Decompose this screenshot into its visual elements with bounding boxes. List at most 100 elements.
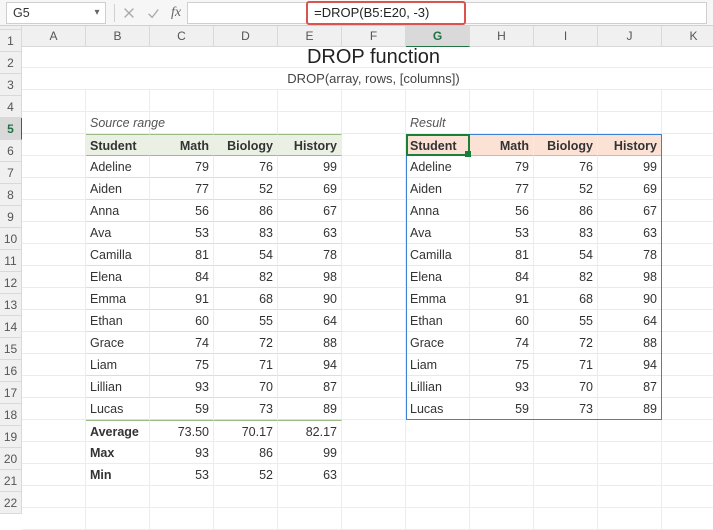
source-biology-5[interactable]: 82 xyxy=(214,266,278,288)
source-math-5[interactable]: 84 xyxy=(150,266,214,288)
cell-F10[interactable] xyxy=(342,244,406,266)
result-history-1[interactable]: 69 xyxy=(598,178,662,200)
source-history-8[interactable]: 88 xyxy=(278,332,342,354)
summary-max-biology[interactable]: 86 xyxy=(214,442,278,464)
col-header-H[interactable]: H xyxy=(470,26,534,47)
result-history-0[interactable]: 99 xyxy=(598,156,662,178)
row-header-20[interactable]: 20 xyxy=(0,448,22,470)
source-name-6[interactable]: Emma xyxy=(86,288,150,310)
summary-average-label[interactable]: Average xyxy=(86,420,150,442)
result-history-5[interactable]: 98 xyxy=(598,266,662,288)
summary-min-label[interactable]: Min xyxy=(86,464,150,486)
cell-F14[interactable] xyxy=(342,332,406,354)
result-history-6[interactable]: 90 xyxy=(598,288,662,310)
result-label[interactable]: Result xyxy=(406,112,470,134)
cell-I22[interactable] xyxy=(534,508,598,530)
cell-C4[interactable] xyxy=(150,112,214,134)
result-history-9[interactable]: 94 xyxy=(598,354,662,376)
source-biology-8[interactable]: 72 xyxy=(214,332,278,354)
cell-A4[interactable] xyxy=(22,112,86,134)
cell-K14[interactable] xyxy=(662,332,713,354)
cell-H4[interactable] xyxy=(470,112,534,134)
cell-A16[interactable] xyxy=(22,376,86,398)
source-biology-7[interactable]: 55 xyxy=(214,310,278,332)
cell-A18[interactable] xyxy=(22,420,86,442)
cell-F20[interactable] xyxy=(342,464,406,486)
result-math-5[interactable]: 84 xyxy=(470,266,534,288)
cell-F5[interactable] xyxy=(342,134,406,156)
col-header-D[interactable]: D xyxy=(214,26,278,47)
cell-H20[interactable] xyxy=(470,464,534,486)
result-math-10[interactable]: 93 xyxy=(470,376,534,398)
source-biology-9[interactable]: 71 xyxy=(214,354,278,376)
result-history-3[interactable]: 63 xyxy=(598,222,662,244)
result-header-biology[interactable]: Biology xyxy=(534,134,598,156)
check-icon[interactable] xyxy=(141,2,165,24)
row-header-14[interactable]: 14 xyxy=(0,316,22,338)
source-name-4[interactable]: Camilla xyxy=(86,244,150,266)
cell-J3[interactable] xyxy=(598,90,662,112)
cell-B22[interactable] xyxy=(86,508,150,530)
source-name-1[interactable]: Aiden xyxy=(86,178,150,200)
row-header-1[interactable]: 1 xyxy=(0,30,22,52)
summary-min-history[interactable]: 63 xyxy=(278,464,342,486)
cell-C21[interactable] xyxy=(150,486,214,508)
cell-I19[interactable] xyxy=(534,442,598,464)
cell-B21[interactable] xyxy=(86,486,150,508)
source-math-7[interactable]: 60 xyxy=(150,310,214,332)
cell-I18[interactable] xyxy=(534,420,598,442)
result-math-4[interactable]: 81 xyxy=(470,244,534,266)
cell-F6[interactable] xyxy=(342,156,406,178)
col-header-G[interactable]: G xyxy=(406,26,470,47)
cell-G19[interactable] xyxy=(406,442,470,464)
row-header-10[interactable]: 10 xyxy=(0,228,22,250)
cell-F7[interactable] xyxy=(342,178,406,200)
result-biology-11[interactable]: 73 xyxy=(534,398,598,420)
source-biology-0[interactable]: 76 xyxy=(214,156,278,178)
cell-J20[interactable] xyxy=(598,464,662,486)
cell-A14[interactable] xyxy=(22,332,86,354)
source-math-8[interactable]: 74 xyxy=(150,332,214,354)
chevron-down-icon[interactable]: ▾ xyxy=(89,7,105,18)
col-header-B[interactable]: B xyxy=(86,26,150,47)
source-name-3[interactable]: Ava xyxy=(86,222,150,244)
cell-I3[interactable] xyxy=(534,90,598,112)
cell-F12[interactable] xyxy=(342,288,406,310)
cell-J4[interactable] xyxy=(598,112,662,134)
result-history-10[interactable]: 87 xyxy=(598,376,662,398)
cell-F13[interactable] xyxy=(342,310,406,332)
col-header-A[interactable]: A xyxy=(22,26,86,47)
cell-A3[interactable] xyxy=(22,90,86,112)
result-biology-4[interactable]: 54 xyxy=(534,244,598,266)
source-header-history[interactable]: History xyxy=(278,134,342,156)
source-header-biology[interactable]: Biology xyxy=(214,134,278,156)
source-math-10[interactable]: 93 xyxy=(150,376,214,398)
cell-A10[interactable] xyxy=(22,244,86,266)
cell-G21[interactable] xyxy=(406,486,470,508)
cell-E21[interactable] xyxy=(278,486,342,508)
name-box[interactable]: G5 ▾ xyxy=(6,2,106,24)
cell-G3[interactable] xyxy=(406,90,470,112)
source-biology-3[interactable]: 83 xyxy=(214,222,278,244)
summary-max-label[interactable]: Max xyxy=(86,442,150,464)
result-biology-8[interactable]: 72 xyxy=(534,332,598,354)
source-math-0[interactable]: 79 xyxy=(150,156,214,178)
cell-A9[interactable] xyxy=(22,222,86,244)
cell-H22[interactable] xyxy=(470,508,534,530)
cell-I21[interactable] xyxy=(534,486,598,508)
summary-max-math[interactable]: 93 xyxy=(150,442,214,464)
source-range-label[interactable]: Source range xyxy=(86,112,150,134)
cell-K17[interactable] xyxy=(662,398,713,420)
cell-F16[interactable] xyxy=(342,376,406,398)
cell-J18[interactable] xyxy=(598,420,662,442)
result-history-11[interactable]: 89 xyxy=(598,398,662,420)
col-header-C[interactable]: C xyxy=(150,26,214,47)
row-header-15[interactable]: 15 xyxy=(0,338,22,360)
cell-F15[interactable] xyxy=(342,354,406,376)
result-math-9[interactable]: 75 xyxy=(470,354,534,376)
cell-K22[interactable] xyxy=(662,508,713,530)
source-biology-1[interactable]: 52 xyxy=(214,178,278,200)
result-history-8[interactable]: 88 xyxy=(598,332,662,354)
summary-average-biology[interactable]: 70.17 xyxy=(214,420,278,442)
cell-H21[interactable] xyxy=(470,486,534,508)
